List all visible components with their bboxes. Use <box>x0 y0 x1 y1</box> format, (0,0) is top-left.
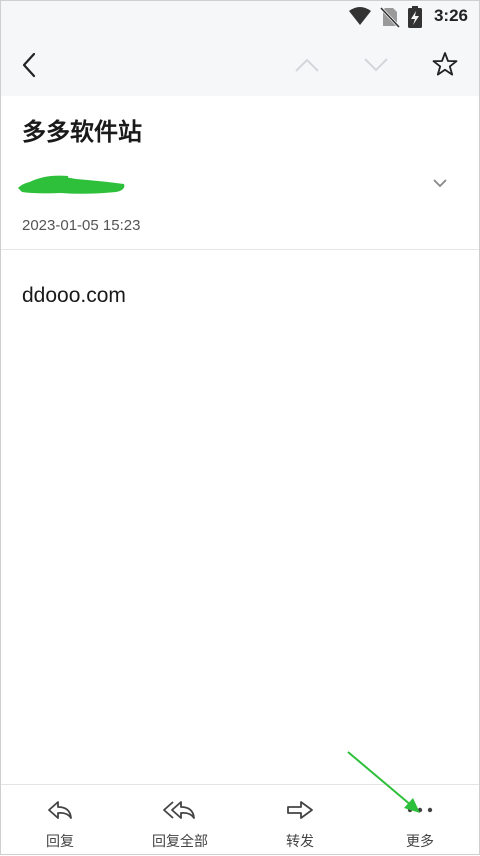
star-button[interactable] <box>425 44 465 84</box>
previous-mail-button[interactable] <box>287 45 327 85</box>
mail-date: 2023-01-05 15:23 <box>22 217 141 234</box>
status-bar: 3:26 <box>0 0 480 34</box>
sender-row[interactable] <box>0 160 480 206</box>
reply-icon <box>48 801 72 819</box>
no-sim-icon <box>379 6 401 32</box>
wifi-icon <box>348 6 372 30</box>
more-icon <box>407 807 433 813</box>
more-button[interactable]: 更多 <box>360 785 480 856</box>
mail-body: ddooo.com <box>22 284 126 307</box>
reply-button[interactable]: 回复 <box>0 785 120 856</box>
more-label: 更多 <box>406 834 434 850</box>
next-mail-icon <box>364 58 388 72</box>
chevron-down-icon <box>433 179 447 188</box>
back-arrow-icon <box>22 52 36 78</box>
back-button[interactable] <box>10 45 50 85</box>
app-bar <box>0 34 480 96</box>
battery-charging-icon <box>408 6 422 32</box>
reply-label: 回复 <box>46 834 74 850</box>
reply-all-button[interactable]: 回复全部 <box>120 785 240 856</box>
bottom-action-bar: 回复 回复全部 转发 更多 <box>0 784 480 856</box>
reply-all-icon <box>163 801 195 819</box>
forward-label: 转发 <box>286 834 314 850</box>
status-time: 3:26 <box>433 6 468 25</box>
star-icon <box>432 52 458 76</box>
forward-button[interactable]: 转发 <box>240 785 360 856</box>
forward-icon <box>287 801 313 819</box>
reply-all-label: 回复全部 <box>152 834 208 850</box>
mail-subject: 多多软件站 <box>22 118 142 146</box>
sender-redaction-mark <box>16 170 128 200</box>
expand-details-button[interactable] <box>420 163 460 203</box>
next-mail-button[interactable] <box>356 45 396 85</box>
previous-mail-icon <box>295 58 319 72</box>
divider <box>0 249 480 250</box>
